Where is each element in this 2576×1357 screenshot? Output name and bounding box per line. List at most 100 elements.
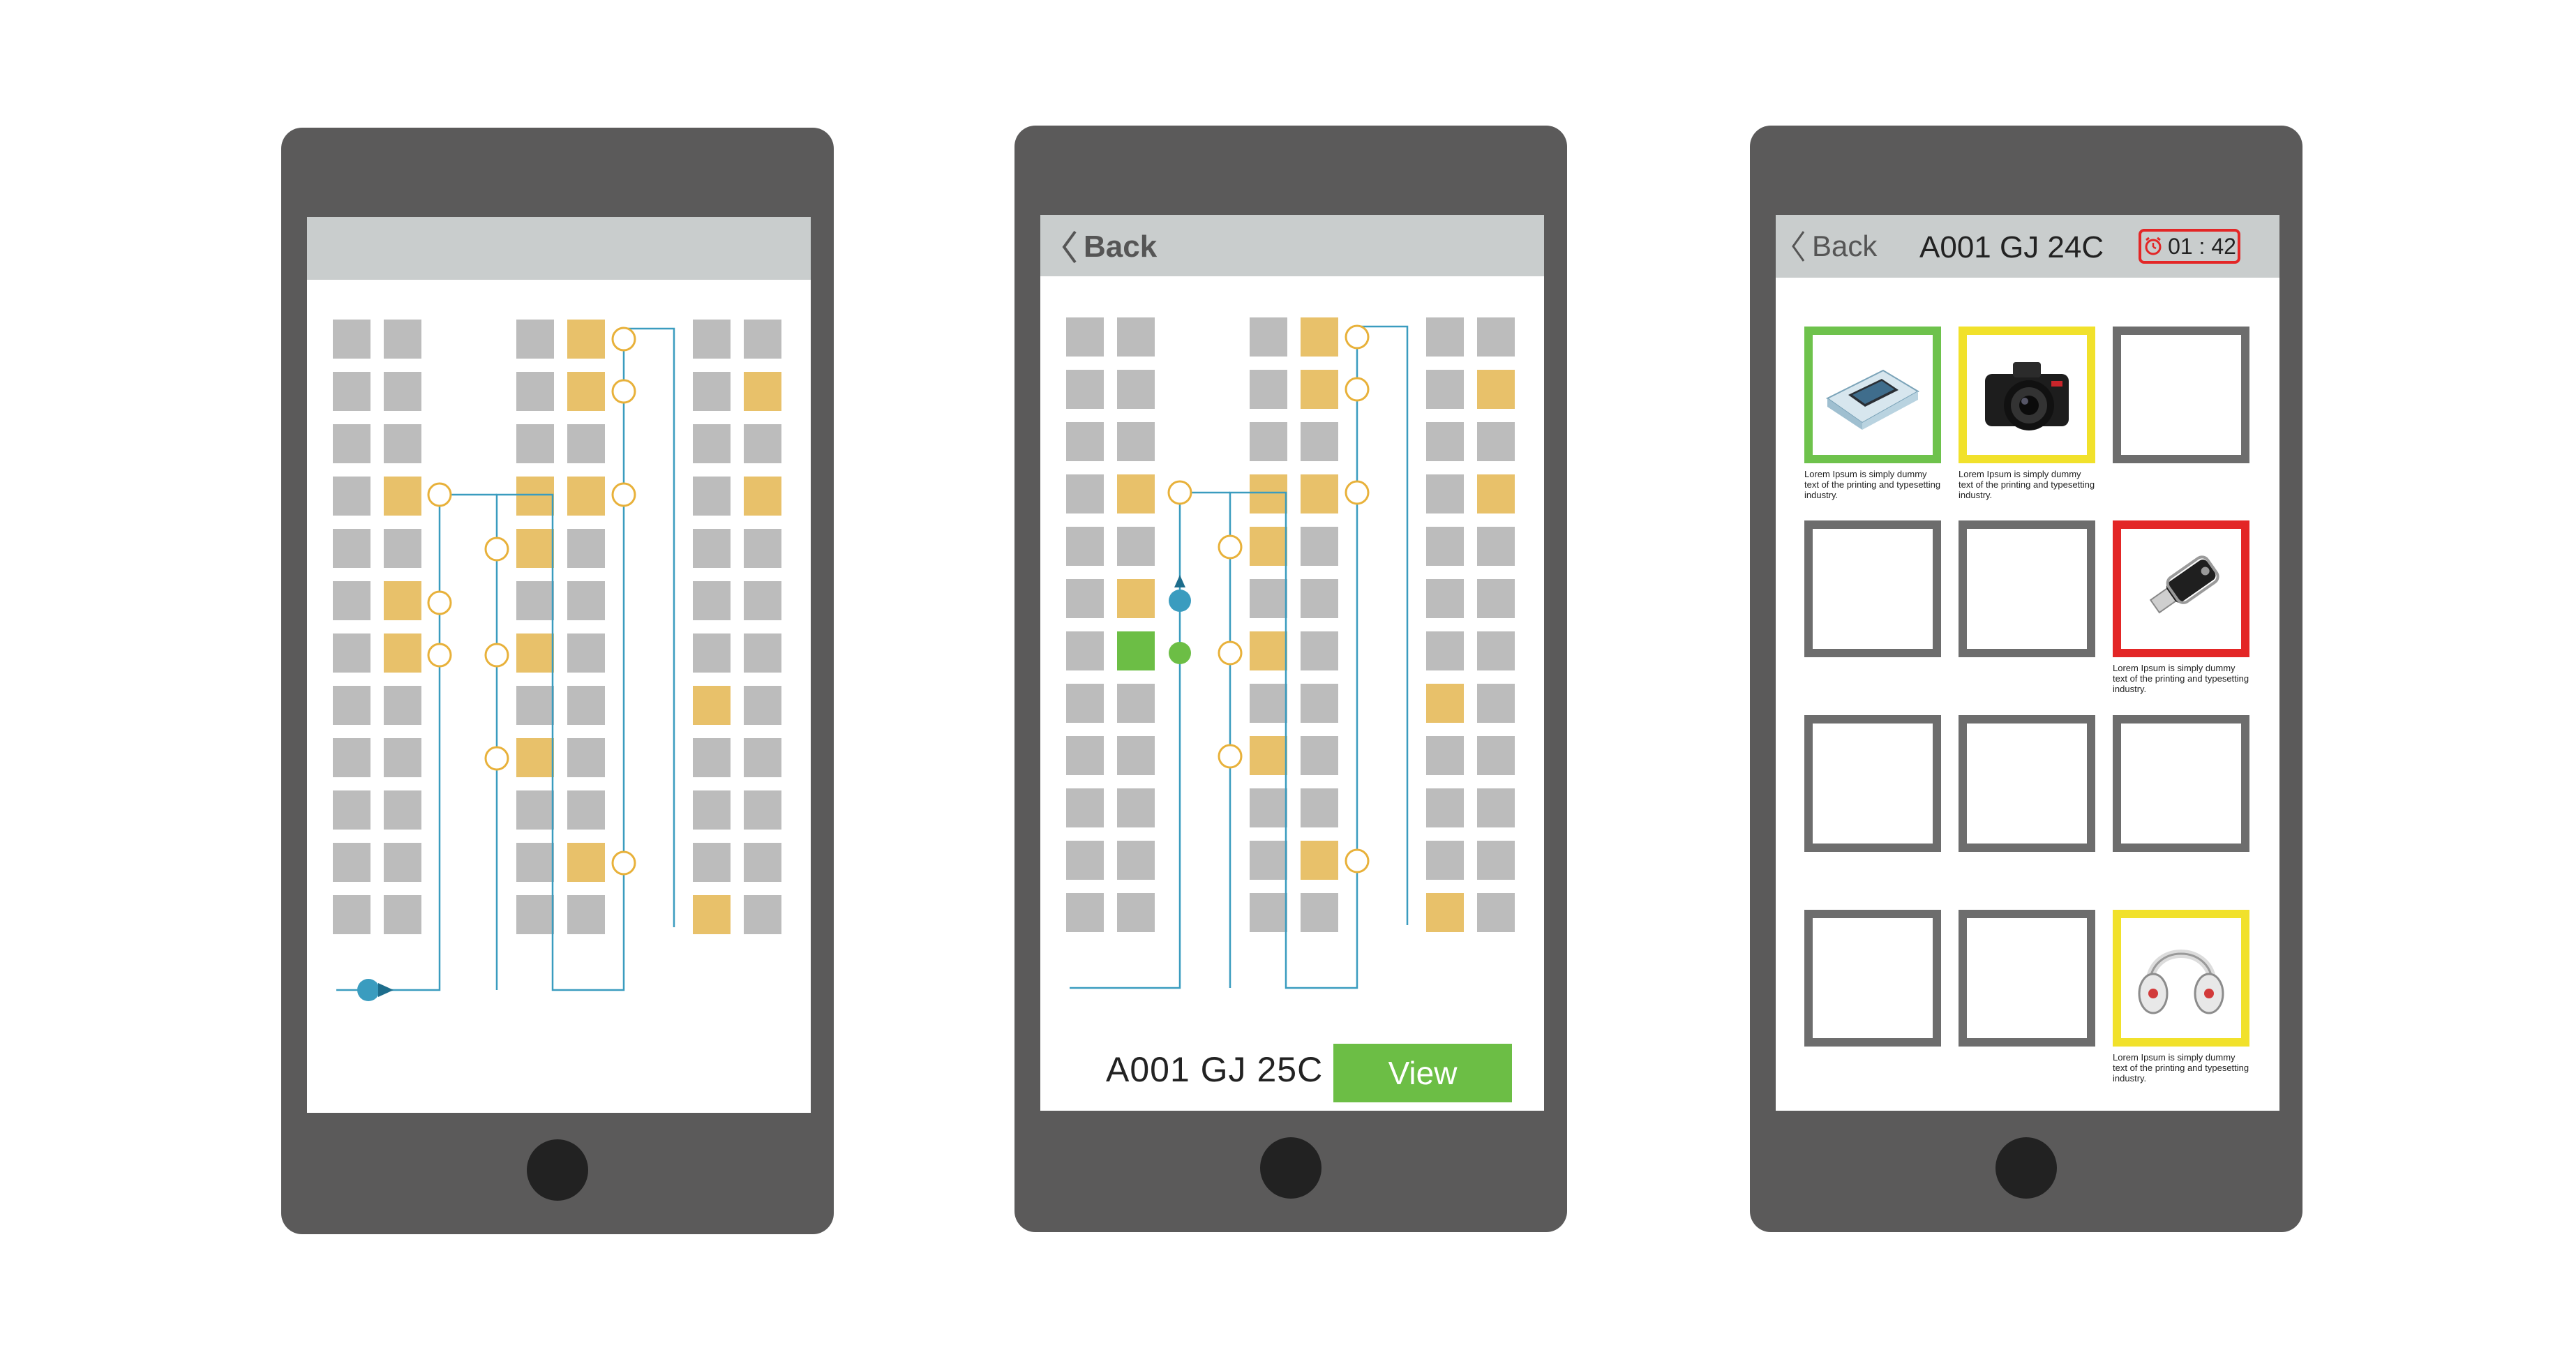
seat	[1250, 579, 1287, 618]
seat	[1250, 736, 1287, 775]
seat	[1117, 370, 1155, 409]
seat-code: A001 GJ 25C	[1106, 1050, 1324, 1089]
seat	[1117, 788, 1155, 827]
waypoint-marker	[1345, 324, 1370, 350]
home-button[interactable]	[527, 1139, 588, 1201]
seat	[744, 529, 781, 568]
seat	[1426, 317, 1464, 357]
seat	[384, 372, 421, 411]
camera-icon	[1985, 362, 2069, 430]
seat	[1066, 474, 1104, 513]
seat	[567, 320, 605, 359]
seat	[1066, 788, 1104, 827]
seat	[567, 372, 605, 411]
seat	[1301, 736, 1338, 775]
home-button[interactable]	[1260, 1137, 1321, 1199]
seat	[333, 477, 370, 516]
seat	[516, 790, 554, 830]
seat	[516, 895, 554, 934]
product-tile[interactable]	[1804, 715, 1941, 852]
seat	[693, 424, 731, 463]
waypoint-marker	[611, 850, 636, 876]
seat	[1066, 736, 1104, 775]
seat	[1301, 788, 1338, 827]
waypoint-marker	[484, 537, 509, 562]
product-tile[interactable]	[1959, 520, 2095, 657]
seat	[567, 895, 605, 934]
seat	[384, 424, 421, 463]
seat	[384, 529, 421, 568]
product-tile[interactable]	[1804, 520, 1941, 657]
seat	[384, 843, 421, 882]
seat	[1477, 422, 1515, 461]
waypoint-marker	[611, 327, 636, 352]
phone-1-screen	[307, 217, 811, 1113]
seat	[516, 372, 554, 411]
back-button[interactable]: Back	[1790, 229, 1877, 264]
seat	[1426, 370, 1464, 409]
seat	[1301, 631, 1338, 670]
seat	[1301, 684, 1338, 723]
seat	[1477, 684, 1515, 723]
phone-box-icon	[1826, 369, 1919, 430]
seat	[693, 581, 731, 620]
current-location-marker	[357, 979, 380, 1001]
product-tile[interactable]	[1804, 327, 1941, 463]
seat	[333, 686, 370, 725]
waypoint-marker	[427, 590, 452, 615]
product-tile[interactable]	[1959, 910, 2095, 1047]
seat	[744, 843, 781, 882]
view-button[interactable]: View	[1333, 1044, 1512, 1102]
alarm-clock-icon	[2145, 237, 2162, 255]
seat	[1426, 736, 1464, 775]
seat	[567, 424, 605, 463]
seat	[1426, 684, 1464, 723]
waypoint-marker	[611, 482, 636, 507]
seat	[744, 686, 781, 725]
product-tile[interactable]	[1804, 910, 1941, 1047]
product-caption: Lorem Ipsum is simply dummy text of the …	[1804, 469, 1941, 500]
product-tile[interactable]	[2113, 520, 2249, 657]
product-tile[interactable]	[1959, 715, 2095, 852]
seat-map[interactable]	[307, 217, 811, 1113]
phone-3-topbar: Back A001 GJ 24C 01 : 42	[1776, 215, 2279, 278]
seat	[516, 843, 554, 882]
waypoint-marker	[484, 643, 509, 668]
back-label: Back	[1812, 230, 1878, 262]
seat	[567, 686, 605, 725]
home-button[interactable]	[1995, 1137, 2057, 1199]
seat	[1117, 527, 1155, 566]
seat	[1477, 841, 1515, 880]
seat	[1117, 736, 1155, 775]
product-tile[interactable]	[2113, 910, 2249, 1047]
seat	[1117, 684, 1155, 723]
seat	[1066, 579, 1104, 618]
headphones-icon	[2138, 950, 2224, 1014]
product-tile[interactable]	[2113, 715, 2249, 852]
seat	[744, 424, 781, 463]
countdown-timer: 01 : 42	[2139, 229, 2240, 264]
seat	[1301, 841, 1338, 880]
seat	[693, 686, 731, 725]
seat	[567, 581, 605, 620]
phone-3-screen: Back A001 GJ 24C 01 : 42 Lorem Ipsum is …	[1776, 215, 2279, 1111]
seat-code-title: A001 GJ 24C	[1919, 230, 2104, 264]
seat	[1250, 893, 1287, 932]
seat	[516, 633, 554, 673]
seat	[333, 424, 370, 463]
phone-3: Back A001 GJ 24C 01 : 42 Lorem Ipsum is …	[1750, 126, 2302, 1232]
seat	[516, 424, 554, 463]
waypoint-marker	[1218, 640, 1243, 666]
seat	[1477, 579, 1515, 618]
seat	[693, 320, 731, 359]
seat	[567, 633, 605, 673]
waypoint-marker	[611, 379, 636, 404]
waypoint-marker	[1218, 744, 1243, 769]
product-tile[interactable]	[1959, 327, 2095, 463]
product-tile[interactable]	[2113, 327, 2249, 463]
seat-map[interactable]	[1040, 215, 1544, 1111]
seat	[384, 477, 421, 516]
waypoint-marker	[427, 482, 452, 507]
seat	[1301, 527, 1338, 566]
seat	[384, 320, 421, 359]
